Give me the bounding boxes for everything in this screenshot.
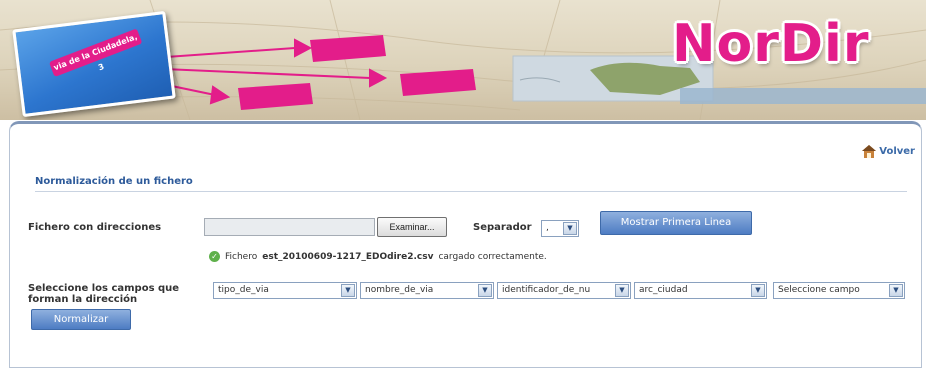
field-select-3-value: identificador_de_nu	[502, 285, 591, 295]
field-select-2-value: nombre_de_via	[365, 285, 434, 295]
browse-button[interactable]: Examinar...	[377, 217, 447, 237]
address-card: via de la Ciudadela, 3	[12, 10, 176, 118]
field-select-5[interactable]: Seleccione campo ▼	[773, 282, 905, 299]
separator-value: ,	[546, 223, 549, 233]
address-card-label: via de la Ciudadela, 3	[48, 28, 143, 78]
separator-label: Separador	[473, 222, 532, 233]
section-title: Normalización de un fichero	[35, 176, 193, 187]
home-icon	[862, 145, 877, 158]
file-path-input[interactable]	[204, 218, 375, 236]
field-select-2[interactable]: nombre_de_via ▼	[360, 282, 494, 299]
nordir-logo: NorDir	[672, 14, 870, 74]
main-panel: Volver Normalización de un fichero Fiche…	[9, 121, 922, 368]
divider	[35, 191, 907, 192]
status-filename: est_20100609-1217_EDOdire2.csv	[262, 251, 434, 262]
field-select-1[interactable]: tipo_de_via ▼	[213, 282, 357, 299]
chevron-down-icon: ▼	[615, 284, 629, 297]
field-select-1-value: tipo_de_via	[218, 285, 269, 295]
check-circle-icon: ✓	[209, 251, 220, 262]
field-select-4[interactable]: arc_ciudad ▼	[634, 282, 767, 299]
chevron-down-icon: ▼	[341, 284, 355, 297]
file-label: Fichero con direcciones	[28, 222, 162, 233]
normalize-button[interactable]: Normalizar	[31, 309, 131, 330]
field-select-4-value: arc_ciudad	[639, 285, 688, 295]
chevron-down-icon: ▼	[751, 284, 765, 297]
back-link-label: Volver	[879, 146, 915, 157]
field-select-5-value: Seleccione campo	[778, 285, 860, 295]
status-prefix: Fichero	[225, 251, 258, 262]
chevron-down-icon: ▼	[478, 284, 492, 297]
field-select-3[interactable]: identificador_de_nu ▼	[497, 282, 631, 299]
status-message: ✓ Fichero est_20100609-1217_EDOdire2.csv…	[209, 251, 547, 262]
fields-label-line2: forman la dirección	[28, 294, 138, 305]
status-suffix: cargado correctamente.	[438, 251, 547, 262]
separator-select[interactable]: , ▼	[541, 220, 579, 237]
fields-label-line1: Seleccione los campos que	[28, 283, 180, 294]
chevron-down-icon: ▼	[889, 284, 903, 297]
header-banner: via de la Ciudadela, 3 NorDir	[0, 0, 926, 120]
show-first-line-button[interactable]: Mostrar Primera Linea	[600, 211, 752, 235]
chevron-down-icon: ▼	[563, 222, 577, 235]
back-link[interactable]: Volver	[862, 145, 915, 158]
